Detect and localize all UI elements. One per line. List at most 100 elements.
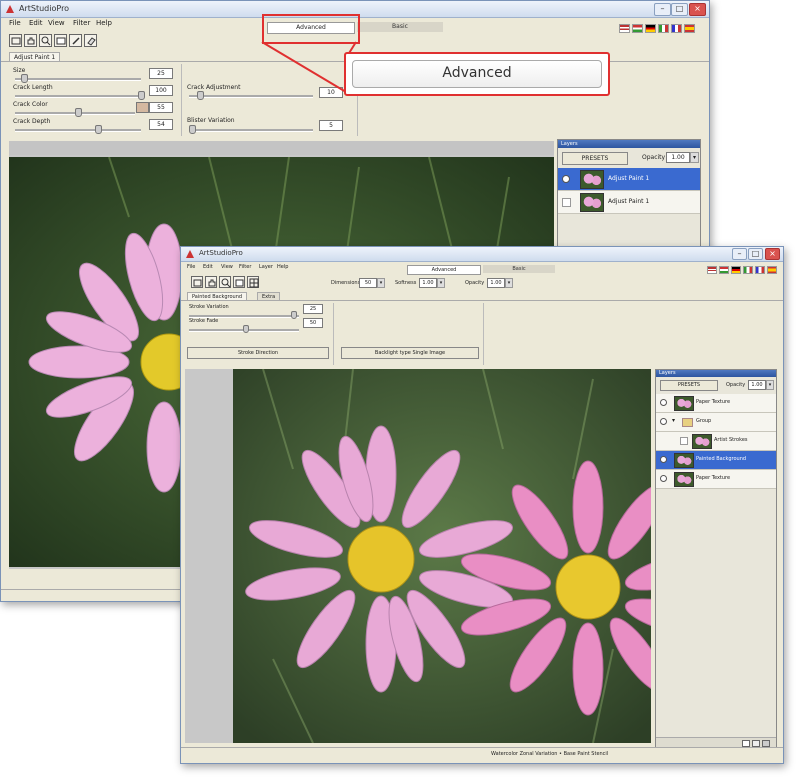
- visibility-eye-icon[interactable]: [562, 175, 570, 183]
- title-bar: ArtStudioPro – □ ×: [181, 247, 783, 262]
- softness-spinner[interactable]: ▾: [437, 278, 445, 288]
- menu-bar: File Edit View Filter Layer Help: [181, 263, 783, 275]
- softness-field[interactable]: 1.00: [419, 278, 437, 288]
- tool-bar: [191, 276, 259, 288]
- visibility-eye-icon[interactable]: [660, 475, 667, 482]
- layer-item[interactable]: Artist Strokes: [656, 432, 776, 451]
- layer-name: Adjust Paint 1: [608, 198, 650, 205]
- layer-name: Paper Texture: [696, 475, 731, 481]
- menu-filter[interactable]: Filter: [239, 264, 251, 270]
- presets-button[interactable]: PRESETS: [660, 380, 718, 391]
- layer-group[interactable]: ▾ Group: [656, 413, 776, 432]
- layers-panel: Layers PRESETS Opacity 1.00 ▾ Paper Text…: [655, 369, 777, 749]
- layer-thumbnail: [580, 193, 604, 212]
- menu-layer[interactable]: Layer: [259, 264, 273, 270]
- hand-tool-button[interactable]: [205, 276, 217, 288]
- slider-track[interactable]: [15, 129, 141, 132]
- value-field[interactable]: 25: [303, 304, 323, 314]
- slider-thumb[interactable]: [291, 311, 297, 319]
- flag-spain-icon[interactable]: [767, 266, 777, 274]
- layer-item[interactable]: Paper Texture: [656, 394, 776, 413]
- advanced-callout-label: Advanced: [352, 60, 602, 88]
- menu-file[interactable]: File: [187, 264, 195, 270]
- dimensions-field[interactable]: 50: [359, 278, 377, 288]
- grid-icon: [249, 278, 259, 288]
- folder-icon: [682, 418, 693, 427]
- param-label: Stroke Variation: [189, 304, 229, 310]
- opacity-spinner[interactable]: ▾: [690, 152, 699, 163]
- minimize-button[interactable]: –: [732, 248, 747, 260]
- presets-button[interactable]: PRESETS: [562, 152, 628, 165]
- value-field[interactable]: 50: [303, 318, 323, 328]
- flag-france-icon[interactable]: [755, 266, 765, 274]
- flag-italy-icon[interactable]: [743, 266, 753, 274]
- layer-thumbnail: [580, 170, 604, 189]
- status-bar: Watercolor Zonal Variation • Base Paint …: [181, 747, 783, 762]
- stroke-direction-button[interactable]: Stroke Direction: [187, 347, 329, 359]
- window-title: ArtStudioPro: [199, 249, 243, 257]
- canvas-area[interactable]: [185, 369, 651, 743]
- flag-hungary-icon[interactable]: [719, 266, 729, 274]
- opacity-field[interactable]: 1.00: [748, 380, 766, 390]
- select-tool-button[interactable]: [191, 276, 203, 288]
- layer-name: Paper Texture: [696, 399, 731, 405]
- app-icon: [186, 250, 194, 258]
- flag-us-icon[interactable]: [707, 266, 717, 274]
- slider-thumb[interactable]: [189, 125, 196, 134]
- visibility-eye-icon[interactable]: [660, 418, 667, 425]
- grid-tool-button[interactable]: [247, 276, 259, 288]
- front-window: ArtStudioPro – □ × File Edit View Filter…: [180, 246, 784, 764]
- close-button[interactable]: ×: [765, 248, 780, 260]
- backlight-type-button[interactable]: Backlight type Single Image: [341, 347, 479, 359]
- duplicate-layer-icon[interactable]: [752, 740, 760, 747]
- value-field[interactable]: 5: [319, 120, 343, 131]
- hand-icon: [208, 279, 216, 287]
- layer-name: Artist Strokes: [714, 437, 748, 443]
- layer-thumbnail: [674, 396, 694, 411]
- value-field[interactable]: 54: [149, 119, 173, 130]
- layer-item[interactable]: Painted Background: [656, 451, 776, 470]
- visibility-eye-icon[interactable]: [660, 399, 667, 406]
- visibility-eye-icon[interactable]: [660, 456, 667, 463]
- crop-tool-button[interactable]: [233, 276, 245, 288]
- expand-arrow-icon[interactable]: ▾: [672, 417, 675, 424]
- opacity-field[interactable]: 1.00: [487, 278, 505, 288]
- two-flowers-painting-image: [233, 369, 651, 743]
- layer-item[interactable]: Adjust Paint 1: [558, 168, 700, 191]
- dimensions-spinner[interactable]: ▾: [377, 278, 385, 288]
- layer-thumbnail: [692, 434, 712, 449]
- maximize-button[interactable]: □: [748, 248, 763, 260]
- tab-advanced[interactable]: Advanced: [407, 265, 481, 275]
- opacity-field[interactable]: 1.00: [666, 152, 690, 163]
- layer-item[interactable]: Paper Texture: [656, 470, 776, 489]
- layer-thumbnail: [674, 472, 694, 487]
- language-flags: [707, 266, 777, 274]
- opacity-spinner[interactable]: ▾: [505, 278, 513, 288]
- visibility-box[interactable]: [680, 437, 688, 445]
- delete-layer-icon[interactable]: [762, 740, 770, 747]
- slider-thumb[interactable]: [243, 325, 249, 333]
- menu-view[interactable]: View: [221, 264, 233, 270]
- dimensions-label: Dimensions: [331, 280, 361, 286]
- menu-edit[interactable]: Edit: [203, 264, 213, 270]
- layer-name: Painted Background: [696, 456, 747, 462]
- layers-panel: Layers PRESETS Opacity 1.00 ▾ Adjust Pai…: [557, 139, 701, 251]
- softness-label: Softness: [395, 280, 417, 286]
- opacity-spinner[interactable]: ▾: [766, 380, 774, 390]
- slider-thumb[interactable]: [95, 125, 102, 134]
- menu-help[interactable]: Help: [277, 264, 288, 270]
- panel-divider: [333, 303, 334, 365]
- tab-basic[interactable]: Basic: [483, 265, 555, 273]
- canvas-ruler: [9, 141, 554, 155]
- layer-name: Group: [696, 418, 712, 424]
- visibility-box[interactable]: [562, 198, 571, 207]
- advanced-callout: Advanced: [344, 52, 610, 96]
- new-layer-icon[interactable]: [742, 740, 750, 747]
- zoom-tool-button[interactable]: [219, 276, 231, 288]
- slider-track[interactable]: [189, 129, 313, 132]
- opacity-label: Opacity: [642, 154, 666, 161]
- layer-thumbnail: [674, 453, 694, 468]
- opacity-label: Opacity: [465, 280, 485, 286]
- flag-germany-icon[interactable]: [731, 266, 741, 274]
- layer-item[interactable]: Adjust Paint 1: [558, 191, 700, 214]
